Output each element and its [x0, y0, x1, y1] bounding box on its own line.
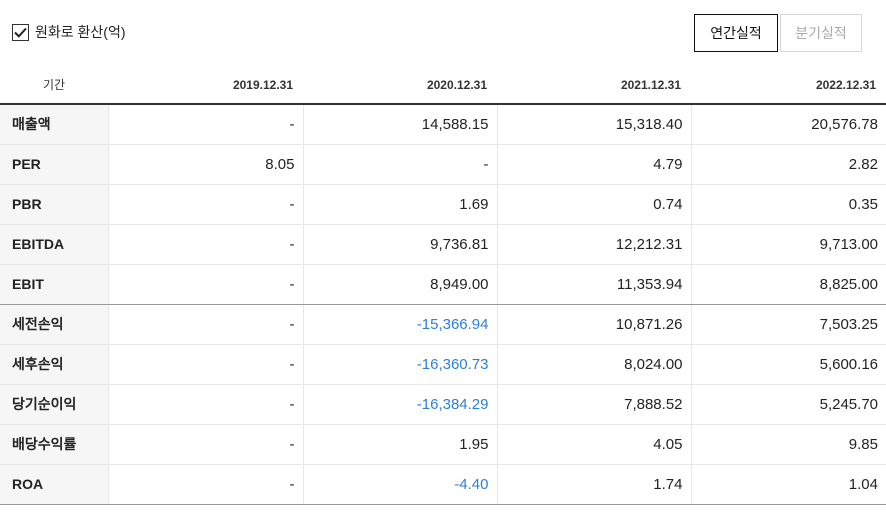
row-label: 매출액	[0, 104, 108, 145]
tab-quarterly[interactable]: 분기실적	[780, 14, 862, 52]
table-row: 세후손익 - -16,360.73 8,024.00 5,600.16	[0, 344, 886, 385]
row-label: EBIT	[0, 264, 108, 305]
table-cell: 1.95	[302, 424, 497, 465]
table-cell: -	[107, 304, 303, 345]
table-cell: -	[107, 344, 303, 385]
table-cell: 7,503.25	[690, 304, 886, 345]
table-cell: 5,600.16	[690, 344, 886, 385]
table-cell: 1.74	[496, 464, 691, 505]
table-row: 배당수익률 -1.95 4.05 9.85	[0, 424, 886, 465]
checkmark-icon	[14, 27, 27, 38]
table-row: 매출액 -14,588.15 15,318.40 20,576.78	[0, 104, 886, 145]
table-cell: -	[107, 384, 303, 425]
row-label: 세후손익	[0, 344, 108, 385]
checkbox[interactable]	[12, 23, 29, 41]
table-cell: 9.85	[690, 424, 886, 465]
table-cell: 7,888.52	[496, 384, 691, 425]
table-cell: -16,360.73	[302, 344, 497, 385]
checkbox-label: 원화로 환산(억)	[35, 24, 126, 40]
table-header-row: 기간 2019.12.31 2020.12.31 2021.12.31 2022…	[0, 66, 886, 105]
table-cell: -	[107, 184, 303, 225]
table-cell: 0.74	[496, 184, 691, 225]
row-label: 세전손익	[0, 304, 108, 345]
table-cell: 2.82	[690, 144, 886, 185]
table-cell: 5,245.70	[690, 384, 886, 425]
header-year: 2021.12.31	[497, 66, 691, 105]
table-row: PBR -1.69 0.74 0.35	[0, 184, 886, 225]
header-year: 2019.12.31	[108, 66, 303, 105]
table-row: EBIT -8,949.00 11,353.94 8,825.00	[0, 264, 886, 305]
table-row: EBITDA -9,736.81 12,212.31 9,713.00	[0, 224, 886, 265]
currency-convert-toggle[interactable]: 원화로 환산(억)	[12, 22, 126, 42]
period-tabs: 연간실적 분기실적	[694, 14, 862, 52]
table-cell: 8,825.00	[690, 264, 886, 305]
table-cell: 20,576.78	[690, 104, 886, 145]
table-cell: -	[107, 104, 303, 145]
table-cell: 15,318.40	[496, 104, 691, 145]
header-period: 기간	[0, 66, 108, 105]
table-cell: 1.69	[302, 184, 497, 225]
table-cell: -	[107, 464, 303, 505]
table-row: 세전손익 - -15,366.94 10,871.26 7,503.25	[0, 304, 886, 345]
table-cell: -4.40	[302, 464, 497, 505]
tab-annual[interactable]: 연간실적	[694, 14, 778, 52]
row-label: 배당수익률	[0, 424, 108, 465]
row-label: 당기순이익	[0, 384, 108, 425]
table-cell: 12,212.31	[496, 224, 691, 265]
table-cell: 8,024.00	[496, 344, 691, 385]
table-cell: 9,713.00	[690, 224, 886, 265]
row-label: ROA	[0, 464, 108, 505]
table-cell: -	[302, 144, 497, 185]
table-row: ROA - -4.40 1.74 1.04	[0, 464, 886, 505]
table-cell: 4.79	[496, 144, 691, 185]
table-cell: -15,366.94	[302, 304, 497, 345]
row-label: PBR	[0, 184, 108, 225]
table-cell: 8,949.00	[302, 264, 497, 305]
row-label: PER	[0, 144, 108, 185]
header-year: 2022.12.31	[691, 66, 886, 105]
table-cell: -	[107, 224, 303, 265]
table-cell: 11,353.94	[496, 264, 691, 305]
row-label: EBITDA	[0, 224, 108, 265]
table-cell: 1.04	[690, 464, 886, 505]
table-cell: 8.05	[107, 144, 303, 185]
table-cell: -	[107, 264, 303, 305]
table-row: 당기순이익 - -16,384.29 7,888.52 5,245.70	[0, 384, 886, 425]
top-bar: 원화로 환산(억) 연간실적 분기실적	[0, 0, 886, 66]
table-cell: 10,871.26	[496, 304, 691, 345]
header-year: 2020.12.31	[303, 66, 497, 105]
table-cell: 9,736.81	[302, 224, 497, 265]
table-cell: 14,588.15	[302, 104, 497, 145]
table-cell: -16,384.29	[302, 384, 497, 425]
table-cell: -	[107, 424, 303, 465]
table-row: PER 8.05-4.79 2.82	[0, 144, 886, 185]
table-cell: 0.35	[690, 184, 886, 225]
table-cell: 4.05	[496, 424, 691, 465]
financial-table: 기간 2019.12.31 2020.12.31 2021.12.31 2022…	[0, 66, 886, 505]
